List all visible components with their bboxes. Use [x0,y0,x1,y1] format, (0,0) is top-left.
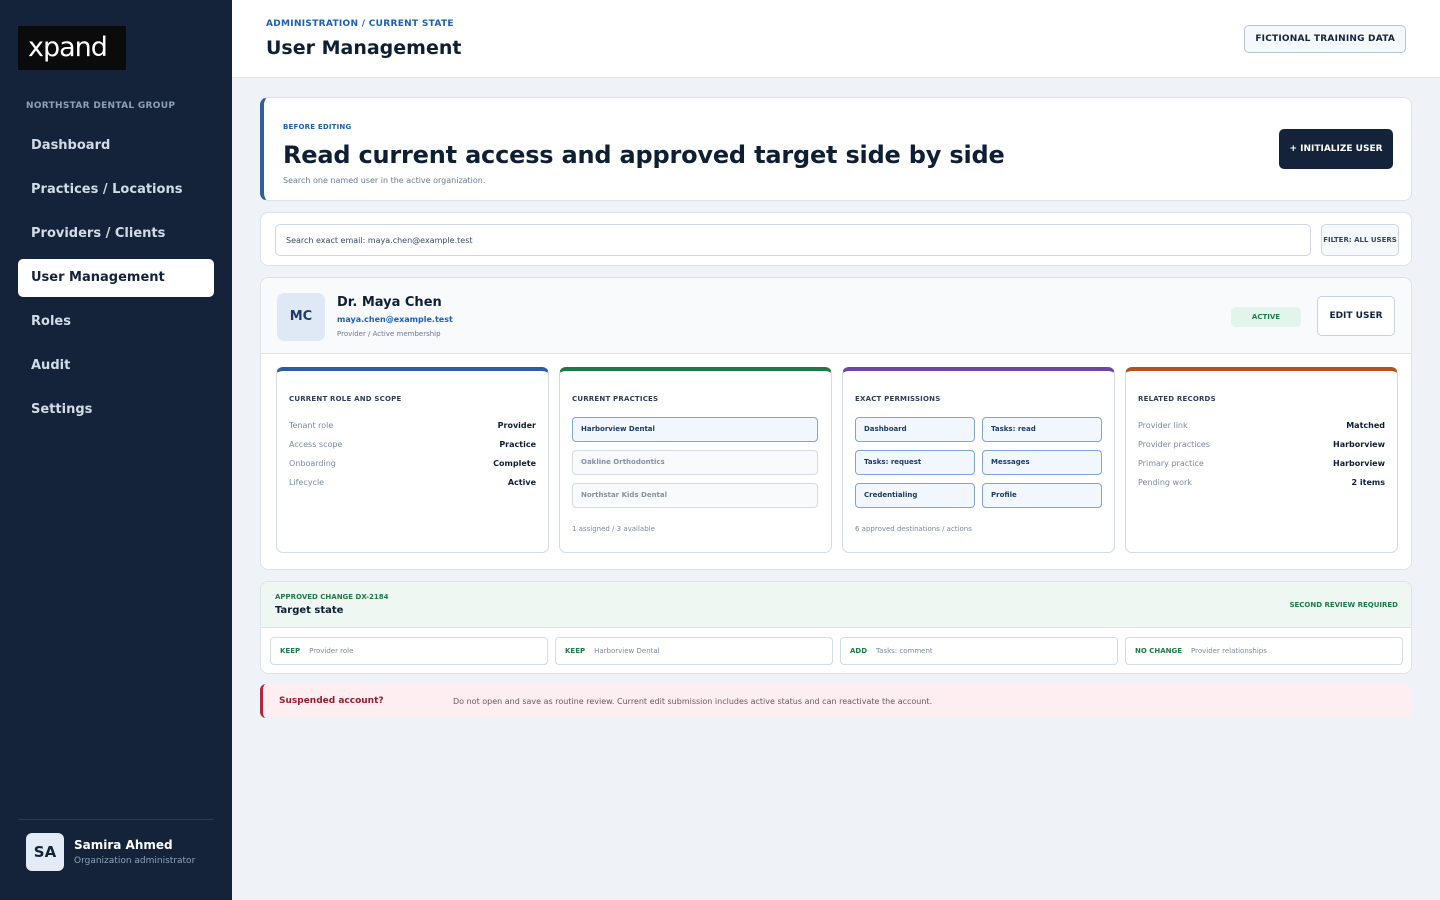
panel-title: CURRENT PRACTICES [572,395,659,403]
warning-text: Do not open and save as routine review. … [453,697,933,706]
kv-key: Primary practice [1138,459,1204,468]
kv-value: Practice [499,440,536,449]
user-membership: Provider / Active membership [337,330,441,338]
target-item: ADD Tasks: comment [840,637,1118,665]
user-card: MC Dr. Maya Chen maya.chen@example.test … [260,277,1412,570]
sidebar-item-roles[interactable]: Roles [18,303,214,341]
sidebar: xpand NORTHSTAR DENTAL GROUP Dashboard P… [0,0,232,900]
user-email[interactable]: maya.chen@example.test [337,315,453,324]
target-item: KEEP Provider role [270,637,548,665]
edit-user-button[interactable]: EDIT USER [1317,296,1395,336]
organization-name: NORTHSTAR DENTAL GROUP [26,101,176,111]
change-tag: NO CHANGE [1135,647,1183,655]
kv-key: Provider practices [1138,440,1210,449]
panel-title: CURRENT ROLE AND SCOPE [289,395,402,403]
kv-key: Lifecycle [289,478,325,487]
change-tag: KEEP [280,647,301,655]
intro-title: Read current access and approved target … [283,141,1005,169]
page-header: ADMINISTRATION / CURRENT STATE User Mana… [232,0,1440,78]
sidebar-item-providers-clients[interactable]: Providers / Clients [18,215,214,253]
practices-count: 1 assigned / 3 available [572,525,655,533]
warning-title: Suspended account? [279,696,384,706]
search-email-input[interactable] [275,224,1311,256]
kv-key: Access scope [289,440,343,449]
permission-chip[interactable]: Profile [982,483,1102,508]
sidebar-divider [18,819,214,820]
intro-card: BEFORE EDITING Read current access and a… [260,97,1412,201]
panel-role-scope: CURRENT ROLE AND SCOPE Tenant role Provid… [276,367,549,553]
permissions-count: 6 approved destinations / actions [855,525,972,533]
panel-title: EXACT PERMISSIONS [855,395,941,403]
approved-change-id: APPROVED CHANGE DX-2184 [275,593,389,601]
target-item: KEEP Harborview Dental [555,637,833,665]
permission-chip[interactable]: Messages [982,450,1102,475]
intro-eyebrow: BEFORE EDITING [283,123,352,131]
panel-related-records: RELATED RECORDS Provider link Matched Pro… [1125,367,1398,553]
breadcrumb: ADMINISTRATION / CURRENT STATE [266,19,454,29]
user-header: MC Dr. Maya Chen maya.chen@example.test … [261,278,1411,354]
change-desc: Provider role [309,647,354,655]
initialize-user-button[interactable]: + INITIALIZE USER [1279,129,1393,169]
current-user-avatar[interactable]: SA [26,833,64,871]
change-tag: ADD [850,647,868,655]
kv-value: Matched [1346,421,1385,430]
permission-chip[interactable]: Tasks: read [982,417,1102,442]
filter-all-users-button[interactable]: FILTER: ALL USERS [1321,224,1399,256]
current-user-name: Samira Ahmed [74,838,173,852]
kv-value: Provider [497,421,536,430]
change-desc: Provider relationships [1191,647,1267,655]
panel-permissions: EXACT PERMISSIONS Dashboard Tasks: read … [842,367,1115,553]
kv-value: Complete [493,459,536,468]
permission-chip[interactable]: Credentialing [855,483,975,508]
suspended-warning: Suspended account? Do not open and save … [260,684,1412,718]
review-required-label: SECOND REVIEW REQUIRED [1289,601,1398,609]
user-avatar: MC [277,293,325,341]
search-card: FILTER: ALL USERS [260,212,1412,266]
intro-subtitle: Search one named user in the active orga… [283,176,486,185]
practice-chip-northstar-kids[interactable]: Northstar Kids Dental [572,483,818,508]
kv-value: 2 items [1351,478,1385,487]
kv-value: Harborview [1333,440,1385,449]
xpand-logo[interactable]: xpand [18,26,126,70]
panel-current-practices: CURRENT PRACTICES Harborview Dental Oakl… [559,367,832,553]
kv-value: Active [507,478,536,487]
status-badge: ACTIVE [1231,307,1301,327]
sidebar-item-user-management[interactable]: User Management [18,259,214,297]
training-data-badge: FICTIONAL TRAINING DATA [1244,25,1406,53]
change-desc: Harborview Dental [594,647,660,655]
sidebar-item-practices-locations[interactable]: Practices / Locations [18,171,214,209]
practice-chip-oakline[interactable]: Oakline Orthodontics [572,450,818,475]
sidebar-item-dashboard[interactable]: Dashboard [18,127,214,165]
permission-chip[interactable]: Tasks: request [855,450,975,475]
practice-chip-harborview[interactable]: Harborview Dental [572,417,818,442]
page-title: User Management [266,37,462,59]
change-tag: KEEP [565,647,586,655]
kv-key: Provider link [1138,421,1188,430]
target-header: APPROVED CHANGE DX-2184 Target state SEC… [261,582,1411,628]
sidebar-item-audit[interactable]: Audit [18,347,214,385]
user-name: Dr. Maya Chen [337,295,442,310]
kv-key: Tenant role [289,421,334,430]
target-title: Target state [275,605,344,616]
kv-value: Harborview [1333,459,1385,468]
panel-title: RELATED RECORDS [1138,395,1216,403]
permission-chip[interactable]: Dashboard [855,417,975,442]
change-desc: Tasks: comment [876,647,933,655]
current-user-role: Organization administrator [74,856,196,866]
sidebar-item-settings[interactable]: Settings [18,391,214,429]
kv-key: Onboarding [289,459,336,468]
target-item: NO CHANGE Provider relationships [1125,637,1403,665]
kv-key: Pending work [1138,478,1192,487]
target-state-card: APPROVED CHANGE DX-2184 Target state SEC… [260,581,1412,674]
